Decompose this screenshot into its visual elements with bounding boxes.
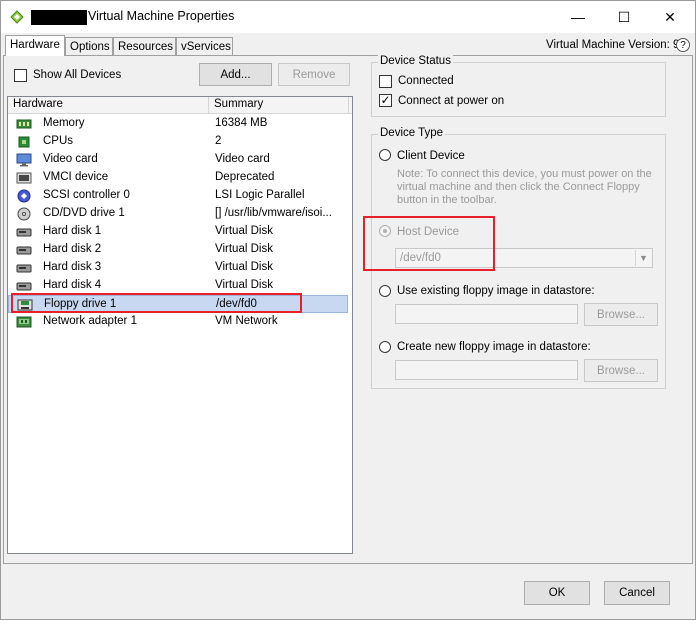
show-all-devices-label: Show All Devices bbox=[33, 69, 122, 81]
hardware-summary: 2 bbox=[215, 135, 222, 147]
hardware-row-hard-disk-3[interactable]: Hard disk 3 Virtual Disk bbox=[8, 259, 348, 277]
minimize-button[interactable]: — bbox=[555, 1, 601, 33]
vsphere-app-icon bbox=[10, 10, 24, 24]
device-type-title: Device Type bbox=[378, 127, 446, 139]
create-new-image-label: Create new floppy image in datastore: bbox=[397, 341, 591, 353]
existing-image-path-input[interactable] bbox=[395, 304, 578, 324]
show-all-devices-checkbox[interactable] bbox=[14, 69, 27, 82]
client-device-label: Client Device bbox=[397, 150, 465, 162]
hardware-name: Hard disk 3 bbox=[43, 261, 102, 273]
hard-disk-icon bbox=[16, 282, 32, 291]
device-status-title: Device Status bbox=[378, 55, 453, 67]
highlight-box-host-device bbox=[363, 216, 495, 271]
hardware-row-vmci-device[interactable]: VMCI device Deprecated bbox=[8, 169, 348, 187]
hard-disk-icon bbox=[16, 246, 32, 255]
hardware-row-video-card[interactable]: Video card Video card bbox=[8, 151, 348, 169]
cancel-button[interactable]: Cancel bbox=[604, 581, 670, 605]
hardware-row-memory[interactable]: Memory 16384 MB bbox=[8, 115, 348, 133]
window-title: Virtual Machine Properties bbox=[88, 9, 235, 23]
vmci-icon bbox=[16, 172, 32, 184]
hardware-summary: Virtual Disk bbox=[215, 279, 273, 291]
hardware-summary: Virtual Disk bbox=[215, 243, 273, 255]
hard-disk-icon bbox=[16, 228, 32, 237]
tab-options[interactable]: Options bbox=[65, 37, 113, 55]
hardware-list-header: Hardware Summary bbox=[8, 97, 352, 114]
hardware-summary: Deprecated bbox=[215, 171, 275, 183]
scsi-icon bbox=[17, 189, 31, 203]
browse-new-button[interactable]: Browse... bbox=[584, 359, 658, 382]
vm-version-label: Virtual Machine Version: 9 bbox=[546, 39, 680, 51]
background-strip bbox=[0, 620, 696, 628]
tab-resources[interactable]: Resources bbox=[113, 37, 176, 55]
browse-existing-button[interactable]: Browse... bbox=[584, 303, 658, 326]
title-bar: Virtual Machine Properties — ☐ ✕ bbox=[1, 1, 695, 33]
column-header-summary[interactable]: Summary bbox=[209, 97, 349, 114]
hard-disk-icon bbox=[16, 264, 32, 273]
memory-icon bbox=[16, 119, 32, 129]
hardware-name: Video card bbox=[43, 153, 98, 165]
connected-label: Connected bbox=[398, 75, 454, 87]
hardware-name: VMCI device bbox=[43, 171, 109, 183]
client-device-hint: Note: To connect this device, you must p… bbox=[397, 168, 652, 206]
hardware-summary: Video card bbox=[215, 153, 270, 165]
use-existing-image-label: Use existing floppy image in datastore: bbox=[397, 285, 595, 297]
ok-button[interactable]: OK bbox=[524, 581, 590, 605]
hardware-row-scsi-controller[interactable]: SCSI controller 0 LSI Logic Parallel bbox=[8, 187, 348, 205]
hardware-name: SCSI controller 0 bbox=[43, 189, 130, 201]
hardware-summary: LSI Logic Parallel bbox=[215, 189, 305, 201]
hardware-name: CD/DVD drive 1 bbox=[43, 207, 125, 219]
use-existing-image-radio[interactable] bbox=[379, 285, 391, 297]
hardware-row-hard-disk-2[interactable]: Hard disk 2 Virtual Disk bbox=[8, 241, 348, 259]
hardware-summary: [] /usr/lib/vmware/isoi... bbox=[215, 207, 332, 219]
cd-dvd-icon bbox=[17, 207, 31, 221]
network-adapter-icon bbox=[16, 316, 32, 328]
maximize-button[interactable]: ☐ bbox=[601, 1, 647, 33]
new-image-path-input[interactable] bbox=[395, 360, 578, 380]
dropdown-arrow-icon: ▼ bbox=[635, 250, 651, 266]
help-icon[interactable]: ? bbox=[676, 38, 690, 52]
client-device-radio[interactable] bbox=[379, 149, 391, 161]
connected-checkbox[interactable] bbox=[379, 75, 392, 88]
hardware-name: Hard disk 1 bbox=[43, 225, 102, 237]
tab-hardware[interactable]: Hardware bbox=[5, 35, 65, 56]
redacted-vm-name bbox=[31, 10, 87, 25]
highlight-box-floppy-row bbox=[11, 293, 302, 313]
hardware-row-cpus[interactable]: CPUs 2 bbox=[8, 133, 348, 151]
connect-at-power-on-checkbox[interactable]: ✓ bbox=[379, 94, 392, 107]
column-header-hardware[interactable]: Hardware bbox=[8, 97, 209, 114]
cpu-icon bbox=[18, 136, 30, 148]
hardware-row-network-adapter[interactable]: Network adapter 1 VM Network bbox=[8, 313, 348, 331]
hardware-summary: Virtual Disk bbox=[215, 225, 273, 237]
vm-properties-window: Virtual Machine Properties — ☐ ✕ Hardwar… bbox=[0, 0, 696, 620]
connect-at-power-on-label: Connect at power on bbox=[398, 95, 505, 107]
remove-button[interactable]: Remove bbox=[278, 63, 350, 86]
device-status-group: Device Status bbox=[371, 55, 666, 117]
hardware-row-cd-dvd-drive[interactable]: CD/DVD drive 1 [] /usr/lib/vmware/isoi..… bbox=[8, 205, 348, 223]
hardware-row-hard-disk-1[interactable]: Hard disk 1 Virtual Disk bbox=[8, 223, 348, 241]
hardware-name: CPUs bbox=[43, 135, 74, 147]
hardware-name: Network adapter 1 bbox=[43, 315, 137, 327]
hardware-list[interactable]: Hardware Summary Memory 16384 MB CPUs 2 … bbox=[7, 96, 353, 554]
create-new-image-radio[interactable] bbox=[379, 341, 391, 353]
tab-vservices[interactable]: vServices bbox=[176, 37, 233, 55]
close-button[interactable]: ✕ bbox=[647, 1, 693, 33]
hardware-name: Memory bbox=[43, 117, 85, 129]
hardware-summary: VM Network bbox=[215, 315, 278, 327]
monitor-icon bbox=[16, 153, 32, 167]
add-button[interactable]: Add... bbox=[199, 63, 272, 86]
hardware-name: Hard disk 2 bbox=[43, 243, 102, 255]
hardware-name: Hard disk 4 bbox=[43, 279, 102, 291]
hardware-summary: 16384 MB bbox=[215, 117, 268, 129]
hardware-summary: Virtual Disk bbox=[215, 261, 273, 273]
